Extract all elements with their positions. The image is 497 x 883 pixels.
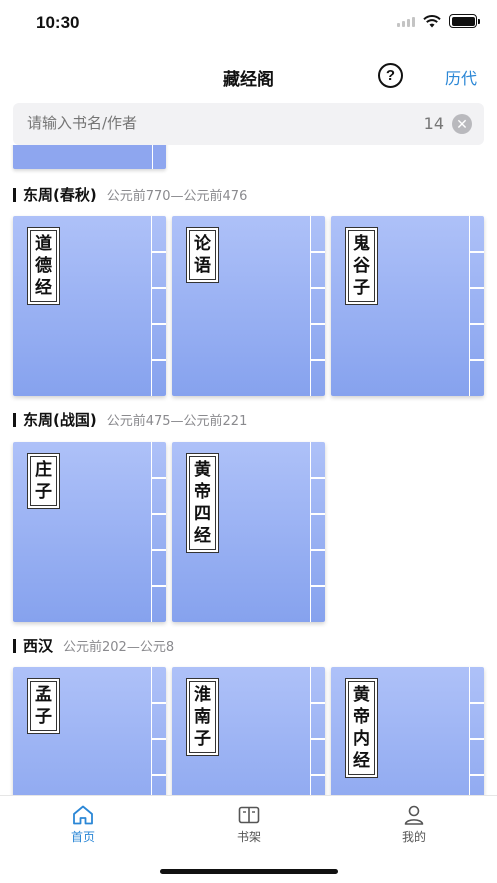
book-card[interactable]: 鬼谷子: [331, 216, 484, 396]
search-input[interactable]: [27, 114, 407, 132]
section-header: 西汉 公元前202—公元8: [13, 635, 174, 656]
book-title: 黄帝四经: [189, 456, 216, 550]
book-spine: [151, 667, 166, 795]
home-icon: [43, 804, 123, 826]
tab-profile[interactable]: 我的: [374, 804, 454, 845]
tab-label: 书架: [236, 830, 261, 844]
book-title-label: 黄帝四经: [186, 453, 219, 553]
book-card[interactable]: 道德经: [13, 216, 166, 396]
book-title-label: 黄帝内经: [345, 678, 378, 778]
battery-icon: [449, 14, 480, 28]
section-range: 公元前770—公元前476: [106, 189, 248, 204]
section-name: 东周(战国): [23, 411, 97, 429]
book-spine: [310, 442, 325, 622]
section-name: 东周(春秋): [23, 186, 97, 204]
book-spine: [469, 667, 484, 795]
wifi-icon: [423, 14, 441, 27]
book-title-label: 庄子: [27, 453, 60, 509]
book-card[interactable]: 淮南子: [172, 667, 325, 795]
search-box[interactable]: 14 ✕: [13, 103, 484, 145]
book-spine: [151, 442, 166, 622]
book-title: 黄帝内经: [348, 681, 375, 775]
bookshelf-icon: [209, 804, 289, 826]
book-title: 孟子: [30, 681, 57, 731]
section-range: 公元前202—公元8: [63, 640, 175, 655]
section-marker: [13, 187, 16, 202]
section-name: 西汉: [23, 637, 54, 655]
book-title: 道德经: [30, 230, 57, 302]
book-title-label: 论语: [186, 227, 219, 283]
tab-bookshelf[interactable]: 书架: [209, 804, 289, 845]
book-card[interactable]: 庄子: [13, 442, 166, 622]
book-title: 论语: [189, 230, 216, 280]
book-card[interactable]: 孟子: [13, 667, 166, 795]
book-spine: [151, 216, 166, 396]
signal-icon: [397, 15, 415, 27]
page-title: 藏经阁: [223, 70, 274, 90]
book-title: 庄子: [30, 456, 57, 506]
question-circle-icon[interactable]: ?: [378, 63, 403, 88]
tab-label: 首页: [70, 830, 95, 844]
nav-bar: 藏经阁 ? 历代: [0, 55, 497, 95]
book-list[interactable]: 东周(春秋) 公元前770—公元前476 道德经 论语 鬼谷子 东周(战国) 公…: [0, 145, 497, 795]
section-marker: [13, 638, 16, 653]
book-title: 淮南子: [189, 681, 216, 753]
result-count: 14: [423, 114, 444, 133]
book-title-label: 道德经: [27, 227, 60, 305]
book-spine: [469, 216, 484, 396]
book-title-label: 孟子: [27, 678, 60, 734]
status-bar: 10:30: [0, 0, 497, 48]
book-card[interactable]: 黄帝四经: [172, 442, 325, 622]
book-card[interactable]: 论语: [172, 216, 325, 396]
status-icons: [397, 14, 480, 28]
home-indicator: [160, 869, 338, 874]
section-range: 公元前475—公元前221: [106, 414, 248, 429]
book-title: 鬼谷子: [348, 230, 375, 302]
book-title-label: 鬼谷子: [345, 227, 378, 305]
dynasty-link[interactable]: 历代: [445, 65, 477, 89]
book-title-label: 淮南子: [186, 678, 219, 756]
book-card[interactable]: 黄帝内经: [331, 667, 484, 795]
tab-label: 我的: [401, 830, 426, 844]
section-marker: [13, 412, 16, 427]
clear-icon[interactable]: ✕: [452, 114, 472, 134]
book-cover-partial[interactable]: [13, 145, 166, 169]
status-time: 10:30: [36, 13, 80, 32]
tab-home[interactable]: 首页: [43, 804, 123, 845]
user-icon: [374, 804, 454, 826]
book-spine: [310, 667, 325, 795]
book-spine: [310, 216, 325, 396]
section-header: 东周(春秋) 公元前770—公元前476: [13, 184, 247, 205]
section-header: 东周(战国) 公元前475—公元前221: [13, 409, 247, 430]
